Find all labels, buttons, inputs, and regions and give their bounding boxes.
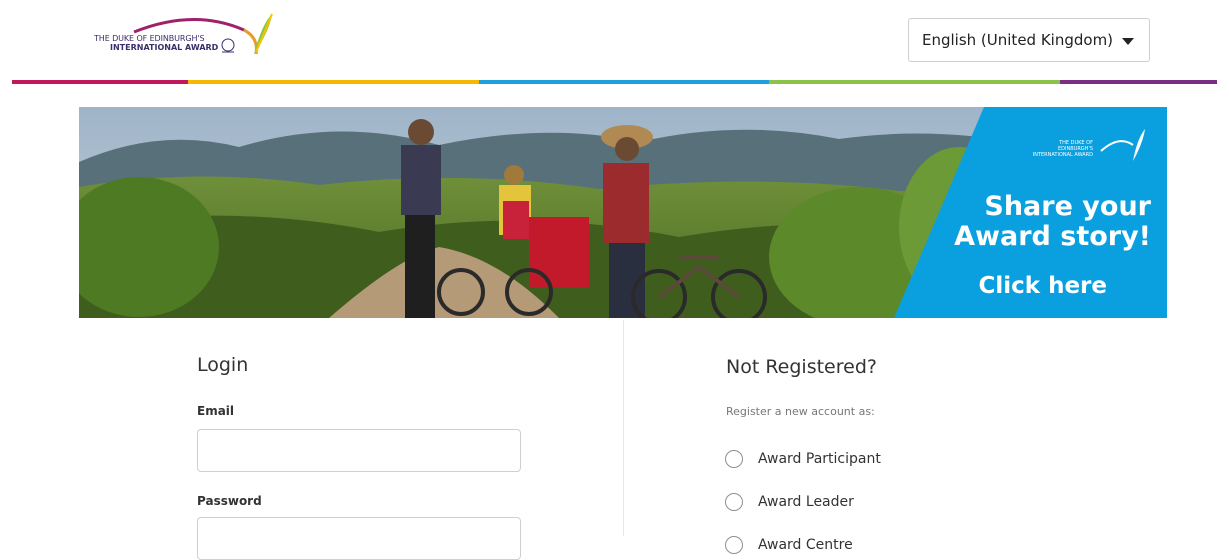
share-story-banner[interactable]: THE DUKE OF EDINBURGH'S INTERNATIONAL AW… [79, 107, 1167, 318]
caret-down-icon [1122, 38, 1134, 45]
email-field[interactable] [197, 429, 521, 472]
radio-circle[interactable] [725, 536, 743, 554]
radio-circle[interactable] [725, 450, 743, 468]
banner-headline-line1: Share your [984, 191, 1151, 222]
email-label: Email [197, 404, 235, 418]
color-bar-segment [1060, 80, 1217, 84]
banner-award-logo: THE DUKE OF EDINBURGH'S INTERNATIONAL AW… [1023, 140, 1093, 158]
banner-logo-line2: INTERNATIONAL AWARD [1032, 152, 1093, 158]
password-field[interactable] [197, 517, 521, 560]
color-bar-segment [188, 80, 479, 84]
column-divider [623, 320, 624, 536]
color-bar-segment [12, 80, 188, 84]
password-label: Password [197, 494, 262, 508]
brand-color-bar [12, 80, 1217, 84]
banner-click-here-link[interactable]: Click here [979, 273, 1108, 299]
language-selected-value: English (United Kingdom) [922, 31, 1114, 49]
banner-logo-line1: THE DUKE OF EDINBURGH'S [1058, 140, 1093, 152]
banner-headline-line2: Award story! [954, 221, 1151, 252]
radio-label: Award Centre [758, 537, 853, 553]
login-title: Login [197, 354, 249, 376]
award-bird-logo-icon [1100, 129, 1145, 161]
radio-label: Award Participant [758, 451, 881, 467]
radio-label: Award Leader [758, 494, 854, 510]
color-bar-segment [479, 80, 769, 84]
language-select[interactable]: English (United Kingdom) [908, 18, 1150, 62]
logo-text-line2: INTERNATIONAL AWARD [110, 43, 219, 52]
radio-circle[interactable] [725, 493, 743, 511]
award-logo[interactable]: THE DUKE OF EDINBURGH'S INTERNATIONAL AW… [94, 10, 284, 60]
register-title: Not Registered? [726, 356, 877, 378]
register-subtitle: Register a new account as: [726, 405, 875, 418]
color-bar-segment [769, 80, 1060, 84]
logo-text-line1: THE DUKE OF EDINBURGH'S [94, 34, 205, 43]
